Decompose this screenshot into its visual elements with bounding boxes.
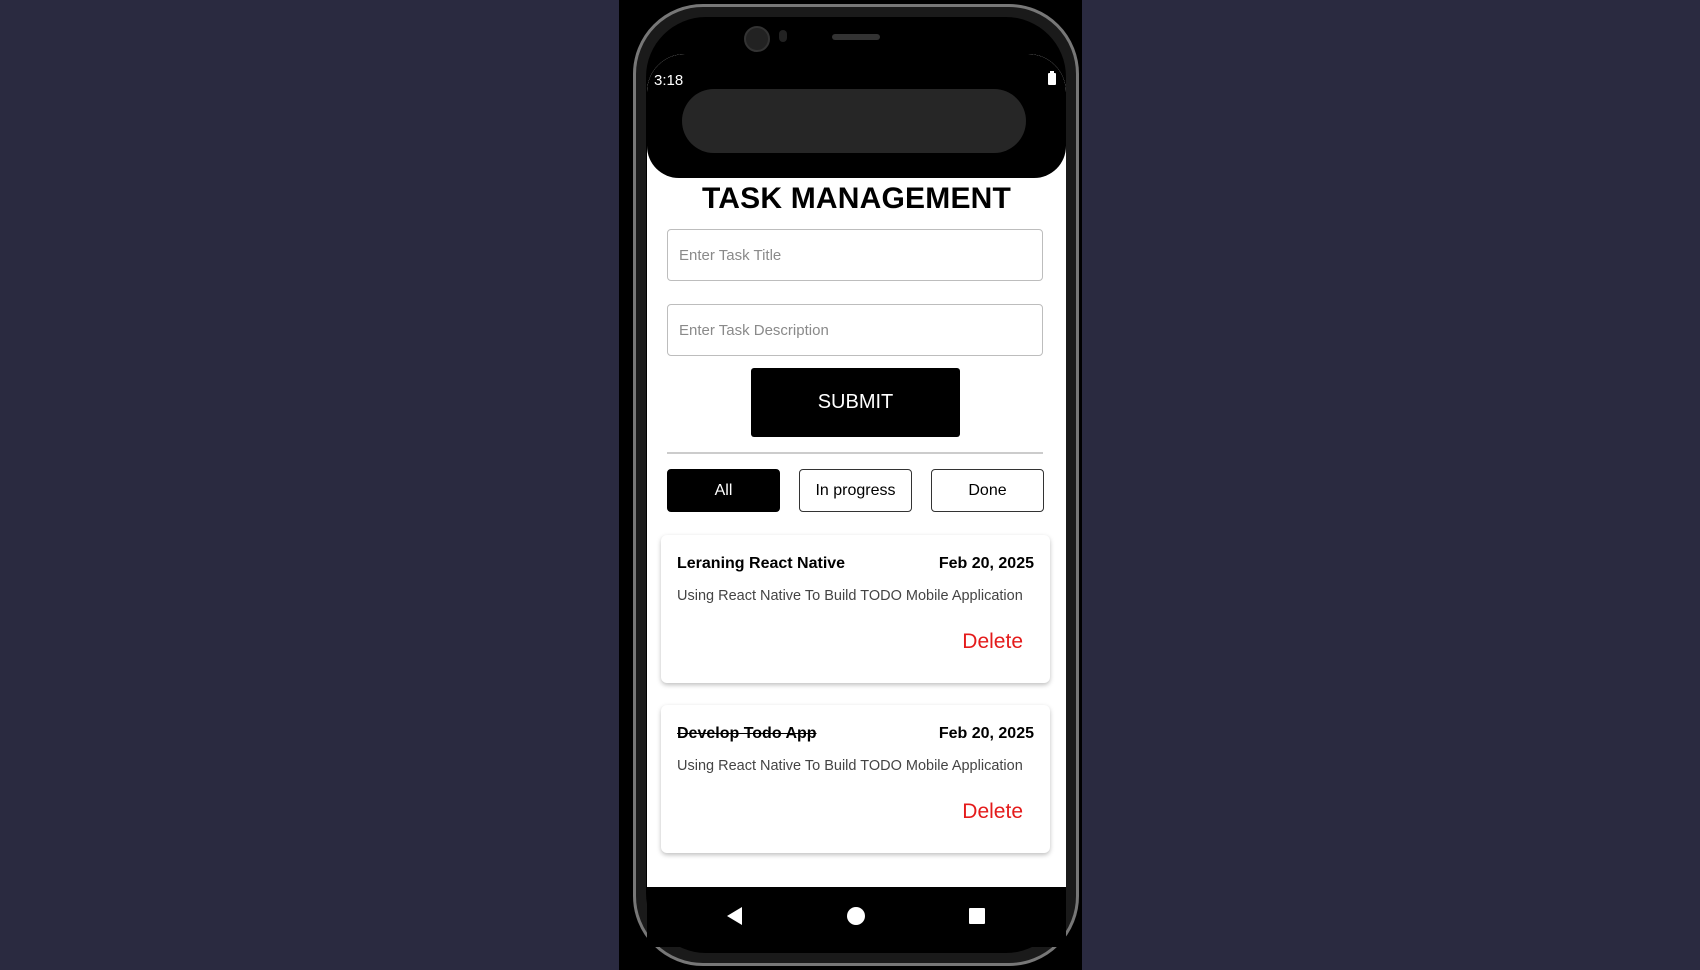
- camera-icon: [744, 26, 770, 52]
- task-description: Using React Native To Build TODO Mobile …: [677, 758, 1023, 774]
- speaker-grille: [832, 34, 880, 40]
- home-icon[interactable]: [847, 907, 865, 925]
- app-screen: 3:18 TASK MANAGEMENT SUBMIT All In progr…: [647, 54, 1066, 887]
- delete-button[interactable]: Delete: [962, 630, 1023, 654]
- navigation-bar: [647, 887, 1066, 947]
- task-date: Feb 20, 2025: [938, 555, 1034, 572]
- task-description: Using React Native To Build TODO Mobile …: [677, 588, 1023, 604]
- recents-icon[interactable]: [969, 908, 985, 924]
- divider: [667, 452, 1043, 454]
- task-date: Feb 20, 2025: [938, 725, 1034, 742]
- header-bar: 3:18: [647, 54, 1066, 178]
- battery-icon: [1048, 71, 1056, 85]
- task-description-input[interactable]: [667, 304, 1043, 356]
- page-title: TASK MANAGEMENT: [701, 182, 1012, 215]
- back-icon[interactable]: [727, 907, 742, 925]
- task-title-input[interactable]: [667, 229, 1043, 281]
- task-title[interactable]: Develop Todo App: [677, 725, 817, 743]
- delete-button[interactable]: Delete: [962, 800, 1023, 824]
- submit-button[interactable]: SUBMIT: [751, 368, 960, 437]
- sensor-icon: [779, 30, 787, 42]
- filter-done-button[interactable]: Done: [931, 469, 1044, 512]
- status-time: 3:18: [654, 72, 684, 89]
- filter-all-button[interactable]: All: [667, 469, 780, 512]
- task-card[interactable]: Develop Todo App Feb 20, 2025 Using Reac…: [661, 705, 1050, 853]
- task-card[interactable]: Leraning React Native Feb 20, 2025 Using…: [661, 535, 1050, 683]
- filter-in-progress-button[interactable]: In progress: [799, 469, 912, 512]
- redacted-header-pill: [682, 89, 1026, 153]
- task-title[interactable]: Leraning React Native: [677, 555, 845, 573]
